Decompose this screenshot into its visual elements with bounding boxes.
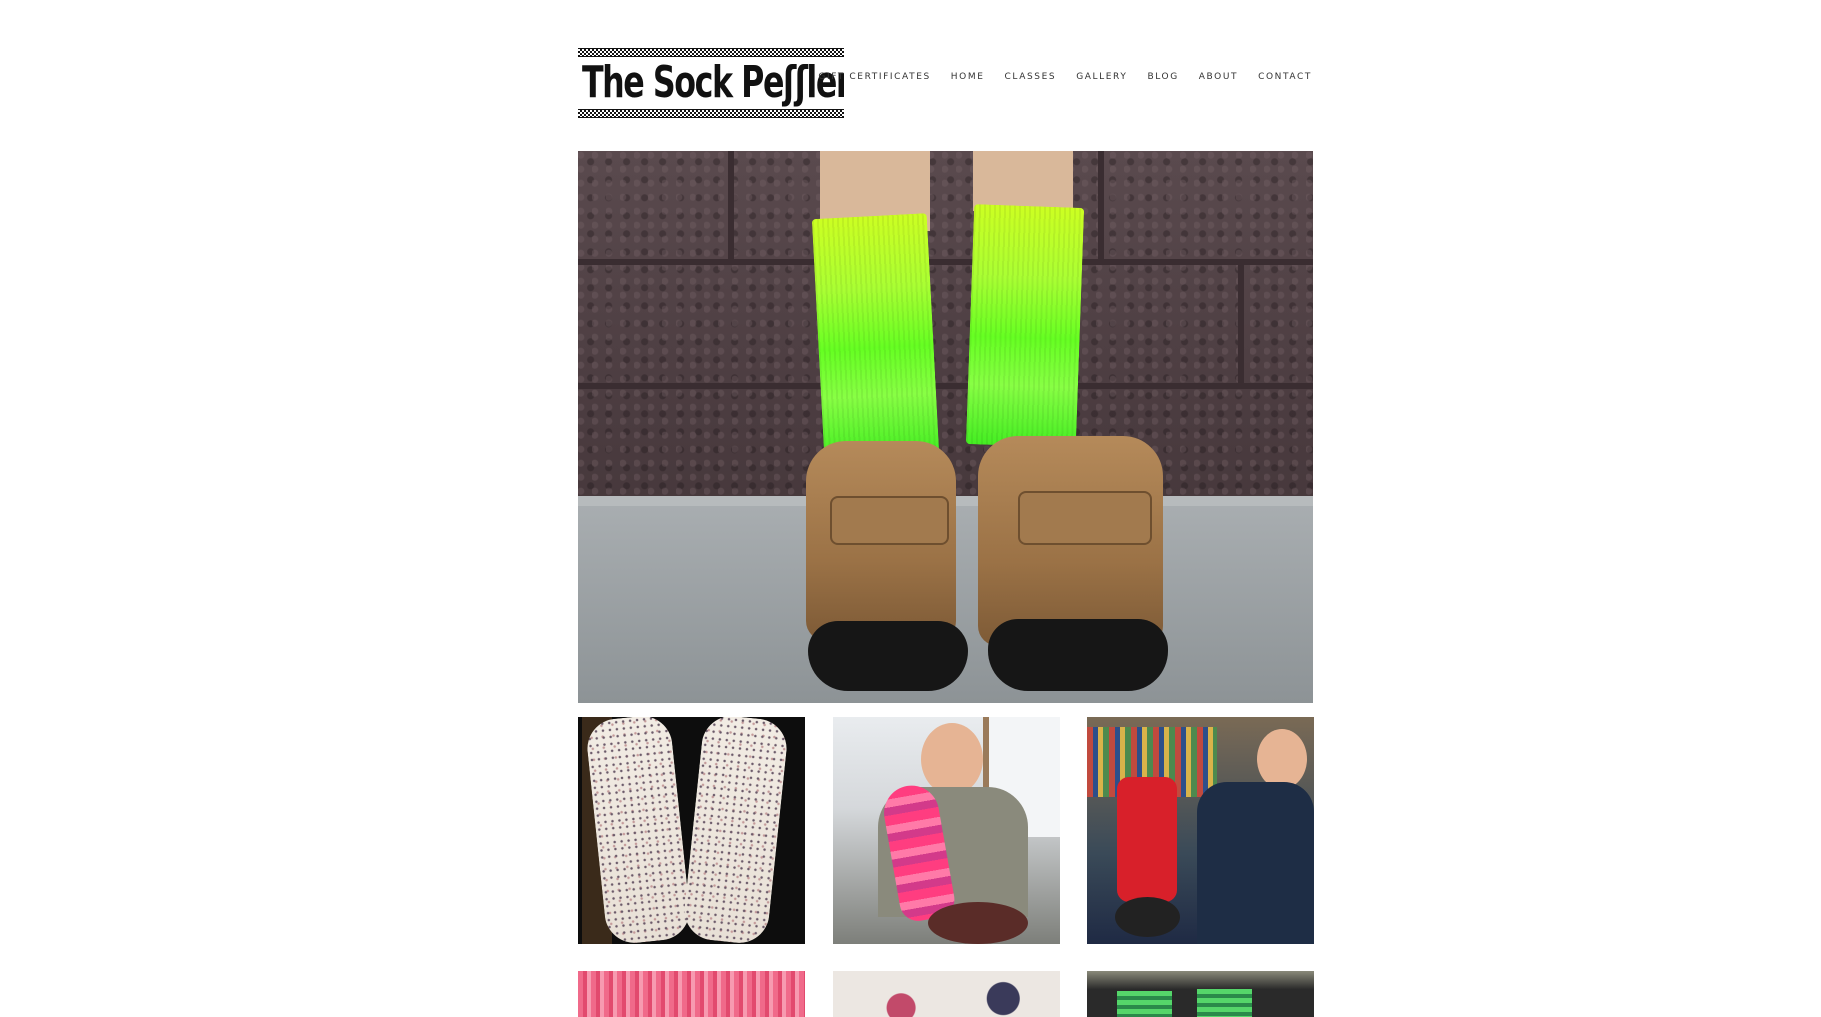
hero-boot-strap-left <box>830 496 949 545</box>
thumb-knitting-machine <box>928 902 1028 944</box>
hero-image[interactable] <box>578 151 1313 703</box>
thumb-green-sock <box>1197 989 1252 1017</box>
thumb-green-sock <box>1117 991 1172 1017</box>
thumb-person-face <box>1257 729 1307 789</box>
thumb-person-face <box>921 723 983 795</box>
hero-boot-sole-right <box>988 619 1168 691</box>
thumb-knitting-machine <box>1115 897 1180 937</box>
hero-mortar-line <box>1238 265 1244 383</box>
hero-mortar-line <box>728 151 734 259</box>
hero-mortar-line <box>578 259 1313 265</box>
nav-contact[interactable]: CONTACT <box>1258 72 1312 82</box>
site-logo[interactable]: The Sock Peʃʃlers <box>578 48 844 118</box>
gallery-thumbnail[interactable] <box>578 717 805 944</box>
gallery-thumbnail[interactable] <box>578 971 805 1017</box>
nav-classes[interactable]: CLASSES <box>1005 72 1057 82</box>
gallery-thumbnail[interactable] <box>833 717 1060 944</box>
thumb-pink-socks <box>578 971 805 1017</box>
thumb-yarn <box>833 971 1060 1017</box>
nav-gallery[interactable]: GALLERY <box>1076 72 1127 82</box>
hero-mortar-line <box>1098 151 1104 259</box>
logo-text: The Sock Peʃʃlers <box>582 57 844 108</box>
logo-checker-border-top <box>578 48 844 57</box>
hero-leg-right <box>973 151 1073 211</box>
nav-about[interactable]: ABOUT <box>1199 72 1238 82</box>
main-nav: GIFT CERTIFICATES HOME CLASSES GALLERY B… <box>798 72 1312 82</box>
nav-home[interactable]: HOME <box>951 72 985 82</box>
page: The Sock Peʃʃlers GIFT CERTIFICATES HOME… <box>0 0 1821 1017</box>
gallery-thumbnail[interactable] <box>1087 971 1314 1017</box>
hero-boot-sole-left <box>808 621 968 691</box>
gallery-thumbnail[interactable] <box>833 971 1060 1017</box>
nav-gift-certificates[interactable]: GIFT CERTIFICATES <box>818 72 930 82</box>
hero-sock-right <box>965 204 1085 448</box>
hero-mortar-line <box>578 383 1313 389</box>
thumb-red-sock <box>1117 777 1177 902</box>
hero-sock-left <box>811 213 940 459</box>
logo-checker-border-bottom <box>578 109 844 118</box>
hero-boot-strap-right <box>1018 491 1152 545</box>
thumb-shirt <box>1197 782 1314 944</box>
nav-blog[interactable]: BLOG <box>1147 72 1178 82</box>
gallery-thumbnail[interactable] <box>1087 717 1314 944</box>
